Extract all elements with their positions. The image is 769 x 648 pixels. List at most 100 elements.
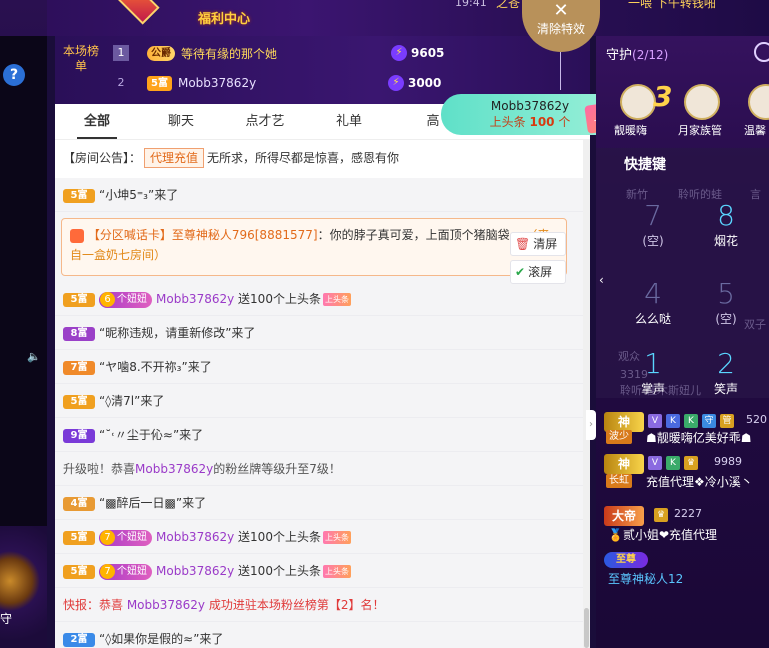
list-item[interactable]: 神 V K ♛ 9989 长虹 充值代理❖冷小溪丶 <box>596 448 769 504</box>
quick-key-4[interactable]: 4 么么哒 <box>623 278 683 327</box>
guard-circle-icon[interactable] <box>754 42 769 62</box>
chat-side-buttons: 🗑 清屏 ✔ 滚屏 <box>510 232 566 288</box>
entry-text: “◊如果你是假的≈”来了 <box>99 632 224 646</box>
user-name[interactable]: Mobb37862y <box>156 292 234 306</box>
top-right-text: 一喂 下午转钱啪 <box>628 0 716 10</box>
tab-all[interactable]: 全部 <box>55 104 139 139</box>
agent-recharge-tag[interactable]: 代理充值 <box>144 148 205 168</box>
shout-sender[interactable]: 至尊神秘人796 <box>172 228 255 242</box>
admin-badge-icon: 管 <box>720 414 734 428</box>
k-badge-icon: K <box>684 414 698 428</box>
rank-value: 520 <box>746 413 767 426</box>
fan-rank-list: 神 V K K 守 管 520 波少 ☗靓暖嗨亿美好乖☗ 神 V K ♛ 998… <box>596 398 769 586</box>
rank-user-name[interactable]: 等待有缘的那个她 <box>181 45 391 62</box>
message-list[interactable]: 【房间公告】： 代理充值 无所求，所得尽都是惊喜，感恩有你 5富 “小坤5⁼₃”来了 … <box>55 140 583 648</box>
v-badge-icon: V <box>648 414 662 428</box>
avatar[interactable] <box>748 84 769 120</box>
list-item: 9富 “˘˓〃尘于伈≈”来了 <box>55 418 583 452</box>
entry-text: “昵称违规，请重新修改”来了 <box>99 326 256 340</box>
wealth-level-badge: 5富 <box>63 292 95 307</box>
tab-gift-list[interactable]: 礼单 <box>307 104 391 139</box>
rank-user-name[interactable]: 充值代理❖冷小溪丶 <box>646 473 753 490</box>
top-time: 19:41 <box>455 0 487 9</box>
user-name[interactable]: Mobb37862y <box>135 462 213 476</box>
list-item: 4富 “▩醉后一日▩”来了 <box>55 486 583 520</box>
clear-effects-label: 清除特效 <box>536 22 585 36</box>
wealth-level-badge: 5富 <box>63 188 95 203</box>
shout-card-message: 【分区喊话卡】至尊神秘人796[8881577]：你的脖子真可爱，上面顶个猪脑袋… <box>61 218 567 276</box>
auto-scroll-button[interactable]: ✔ 滚屏 <box>510 260 566 284</box>
help-button[interactable]: ? <box>3 64 25 86</box>
rank-user-name[interactable]: Mobb37862y <box>178 76 388 90</box>
headline-gift-icon: 上头条 <box>322 531 351 544</box>
noble-badge: 公爵 <box>147 45 175 61</box>
list-item: 5富 “◊清7l”来了 <box>55 384 583 418</box>
user-name[interactable]: Mobb37862y <box>127 598 205 612</box>
list-item[interactable]: 至尊 至尊神秘人12 <box>596 548 769 586</box>
top-banner: 亲 月 福利中心 19:41 之苍 一喂 下午转钱啪 <box>0 0 769 36</box>
system-text: 的粉丝牌等级升至7级！ <box>213 462 341 476</box>
guard-rank-number: 3 <box>653 80 673 113</box>
list-item[interactable]: 神 V K K 守 管 520 波少 ☗靓暖嗨亿美好乖☗ <box>596 398 769 448</box>
wealth-level-badge: 2富 <box>63 632 95 647</box>
gift-text: 送100个上头条 <box>238 530 321 544</box>
user-name[interactable]: Mobb37862y <box>156 564 234 578</box>
speaker-icon[interactable]: 🔈 <box>27 350 41 363</box>
top-hot-text: 之苍 <box>496 0 521 10</box>
chat-scrollbar[interactable] <box>583 140 590 648</box>
entry-text: “◊清7l”来了 <box>99 394 165 408</box>
rank-value: 9989 <box>714 455 742 468</box>
entry-text: “小坤5⁼₃”来了 <box>99 188 179 202</box>
close-icon: ✕ <box>553 0 569 21</box>
fan-badge: 个妞妞 <box>99 529 152 546</box>
rank-label: 本场榜单 <box>63 44 100 73</box>
headline-gift-icon: 上头条 <box>322 293 351 306</box>
rank-user-name[interactable]: 至尊神秘人12 <box>608 570 683 587</box>
rank-user-name[interactable]: 🏅贰小姐❤充值代理 <box>608 526 717 543</box>
medal-icon: 🏅 <box>608 528 623 542</box>
user-name[interactable]: Mobb37862y <box>156 530 234 544</box>
fan-badge: 个妞妞 <box>99 291 152 308</box>
welfare-center-link[interactable]: 福利中心 <box>198 8 250 27</box>
video-area <box>0 36 47 526</box>
avatar[interactable] <box>620 84 656 120</box>
shout-card-label: 【分区喊话卡】 <box>87 228 172 242</box>
fan-badge: 个妞妞 <box>99 563 152 580</box>
wealth-level-badge: 7富 <box>63 360 95 375</box>
list-item: 5富 “小坤5⁼₃”来了 <box>55 178 583 212</box>
scroll-thumb[interactable] <box>584 608 589 648</box>
quick-key-7[interactable]: 7 (空) <box>623 200 683 249</box>
quick-key-8[interactable]: 8 烟花 <box>696 200 756 249</box>
quick-keys-title: 快捷键 <box>624 157 666 173</box>
quick-key-5[interactable]: 5 (空) <box>696 278 756 327</box>
k-badge-icon: K <box>666 456 680 470</box>
tab-talent[interactable]: 点才艺 <box>223 104 307 139</box>
entry-text: “ヤ噛8.不开祢₃”来了 <box>99 360 212 374</box>
collapse-panel-handle[interactable]: › <box>586 410 596 440</box>
chat-panel: 全部 聊天 点才艺 礼单 高 【房间公告】： 代理充值 无所求，所得尽都是惊喜，感恩… <box>55 104 590 648</box>
list-item: 2富 “◊如果你是假的≈”来了 <box>55 622 583 648</box>
entry-text: “▩醉后一日▩”来了 <box>99 496 207 510</box>
clear-screen-button[interactable]: 🗑 清屏 <box>510 232 566 256</box>
hanging-string <box>560 52 561 90</box>
quick-key-2[interactable]: 2 笑声 <box>696 348 756 397</box>
rank-value: 2227 <box>674 507 702 520</box>
rank-row-1[interactable]: 1 公爵 等待有缘的那个她 ⚡ 9605 <box>113 42 444 64</box>
system-text: 升级啦！恭喜 <box>63 462 136 476</box>
quick-key-1[interactable]: 1 掌声 <box>623 348 683 397</box>
gift-text: 送100个上头条 <box>238 292 321 306</box>
avatar[interactable] <box>684 84 720 120</box>
shout-text: ：你的脖子真可爱，上面顶个猪脑袋。 <box>317 228 522 242</box>
left-stage: ? 🔈 守 <box>0 0 47 648</box>
room-notice: 【房间公告】： 代理充值 无所求，所得尽都是惊喜，感恩有你 <box>55 140 583 178</box>
list-item[interactable]: 大帝 ♛ 2227 🏅贰小姐❤充值代理 <box>596 504 769 548</box>
left-guard-label: 守 <box>0 612 13 626</box>
user-tag: 波少 <box>606 430 632 444</box>
rank-row-2[interactable]: 2 5富 Mobb37862y ⚡ 3000 <box>113 72 441 94</box>
rank-user-name[interactable]: ☗靓暖嗨亿美好乖☗ <box>646 429 752 446</box>
wealth-badge: 5富 <box>147 75 172 91</box>
avatar-name: 月家族管 <box>678 124 722 137</box>
tab-chat[interactable]: 聊天 <box>139 104 223 139</box>
entry-text: “˘˓〃尘于伈≈”来了 <box>99 428 204 442</box>
chevron-left-icon[interactable]: ‹ <box>599 273 604 287</box>
